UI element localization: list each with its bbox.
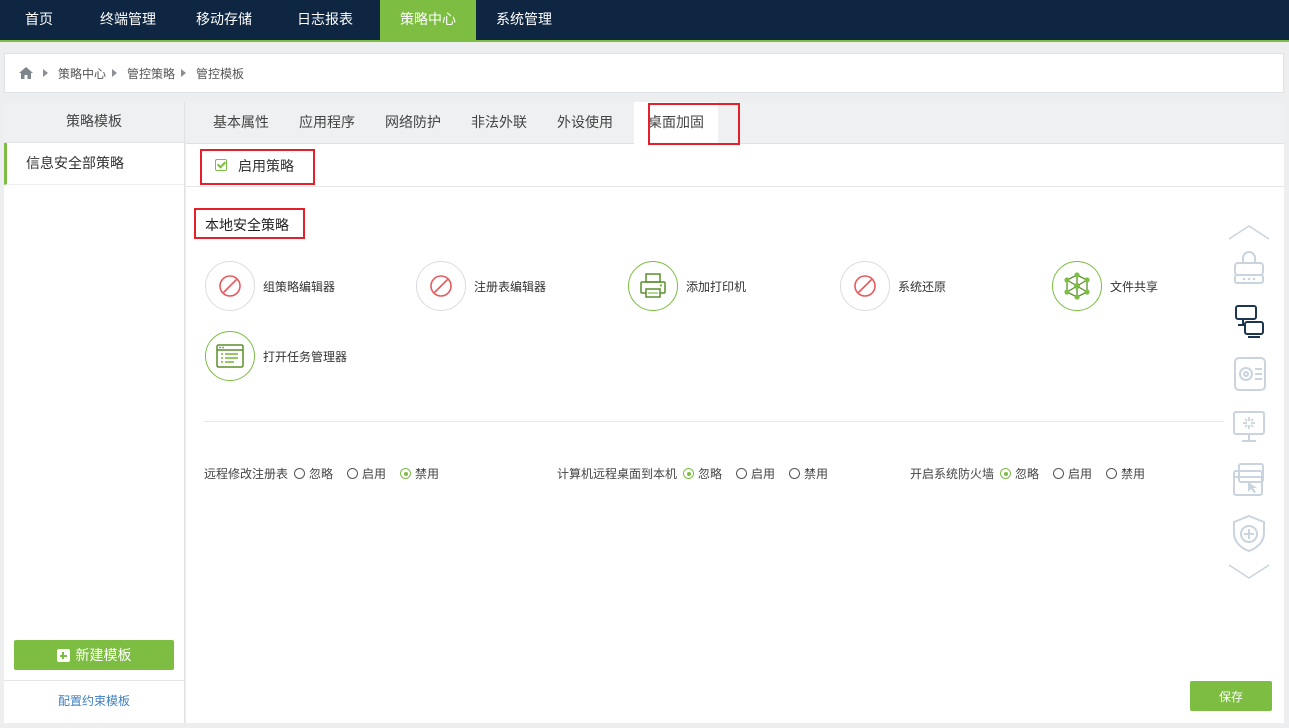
new-template-button[interactable]: 新建模板 <box>14 640 174 670</box>
policy-file-sharing[interactable]: 文件共享 <box>1052 261 1158 311</box>
forbidden-icon[interactable] <box>840 261 890 311</box>
breadcrumb-separator-icon <box>43 69 48 77</box>
chevron-down-icon[interactable] <box>1224 562 1274 582</box>
shield-plus-icon[interactable] <box>1224 513 1274 553</box>
printer-lock-icon[interactable] <box>1224 249 1274 287</box>
policy-label: 系统还原 <box>898 279 947 294</box>
tab-desktop-hardening[interactable]: 桌面加固 <box>634 102 718 145</box>
policy-label: 文件共享 <box>1110 279 1159 294</box>
divider <box>204 421 1224 422</box>
radio-disable[interactable]: 禁用 <box>1106 465 1145 482</box>
enable-policy-checkbox[interactable] <box>215 159 227 171</box>
monitor-sparkle-icon[interactable] <box>1224 408 1274 446</box>
nav-system-management[interactable]: 系统管理 <box>476 0 572 40</box>
new-template-label: 新建模板 <box>75 648 132 664</box>
policy-add-printer[interactable]: 添加打印机 <box>628 261 746 311</box>
settings-list-icon[interactable] <box>1224 356 1274 392</box>
breadcrumb-separator-icon <box>112 69 118 77</box>
radio-group-label: 开启系统防火墙 <box>910 467 995 481</box>
radio-group-label: 计算机远程桌面到本机 <box>557 467 678 481</box>
tab-network-protection[interactable]: 网络防护 <box>370 102 456 144</box>
policy-label: 组策略编辑器 <box>263 279 336 294</box>
radio-group-label: 远程修改注册表 <box>204 467 289 481</box>
tab-basic-properties[interactable]: 基本属性 <box>198 102 284 144</box>
sidebar-title: 策略模板 <box>4 102 184 143</box>
tab-applications[interactable]: 应用程序 <box>284 102 370 144</box>
nav-mobile-storage[interactable]: 移动存储 <box>178 0 270 40</box>
forbidden-icon[interactable] <box>205 261 255 311</box>
save-button[interactable]: 保存 <box>1190 681 1272 711</box>
policy-system-restore[interactable]: 系统还原 <box>840 261 946 311</box>
config-constraint-template-link[interactable]: 配置约束模板 <box>4 692 184 709</box>
nav-policy-center[interactable]: 策略中心 <box>380 0 476 40</box>
remote-registry-options: 远程修改注册表 忽略 启用 禁用 <box>204 465 453 482</box>
template-sidebar: 策略模板 信息安全部策略 新建模板 配置约束模板 <box>4 102 185 723</box>
chevron-up-icon[interactable] <box>1224 222 1274 242</box>
nav-home[interactable]: 首页 <box>0 0 78 40</box>
enable-policy-row: 启用策略 <box>186 144 1284 187</box>
policy-registry-editor[interactable]: 注册表编辑器 <box>416 261 546 311</box>
home-icon[interactable] <box>19 67 33 79</box>
radio-ignore[interactable]: 忽略 <box>1000 465 1039 482</box>
top-nav: 首页 终端管理 移动存储 日志报表 策略中心 系统管理 <box>0 0 1289 42</box>
divider <box>4 680 184 681</box>
policy-label: 打开任务管理器 <box>263 349 348 364</box>
enable-policy-label[interactable]: 启用策略 <box>238 156 294 176</box>
breadcrumb-item[interactable]: 管控策略 <box>127 65 175 82</box>
radio-ignore[interactable]: 忽略 <box>294 465 333 482</box>
firewall-options: 开启系统防火墙 忽略 启用 禁用 <box>910 465 1159 482</box>
window-cursor-icon[interactable] <box>1224 461 1274 499</box>
task-manager-icon[interactable] <box>205 331 255 381</box>
remote-desktop-options: 计算机远程桌面到本机 忽略 启用 禁用 <box>557 465 842 482</box>
remote-desktop-icon[interactable] <box>1224 303 1274 339</box>
tab-illegal-outreach[interactable]: 非法外联 <box>456 102 542 144</box>
nav-log-reports[interactable]: 日志报表 <box>270 0 380 40</box>
sidebar-item-infosec-policy[interactable]: 信息安全部策略 <box>4 143 184 185</box>
radio-disable[interactable]: 禁用 <box>789 465 828 482</box>
radio-ignore[interactable]: 忽略 <box>683 465 722 482</box>
nav-terminal-management[interactable]: 终端管理 <box>78 0 178 40</box>
breadcrumb-current: 管控模板 <box>196 66 245 81</box>
breadcrumb-item[interactable]: 策略中心 <box>58 65 106 82</box>
radio-enable[interactable]: 启用 <box>736 465 775 482</box>
radio-enable[interactable]: 启用 <box>347 465 386 482</box>
forbidden-icon[interactable] <box>416 261 466 311</box>
policy-label: 添加打印机 <box>686 279 747 294</box>
policy-task-manager[interactable]: 打开任务管理器 <box>205 331 347 381</box>
radio-enable[interactable]: 启用 <box>1053 465 1092 482</box>
plus-icon <box>56 648 70 662</box>
breadcrumb: 策略中心 管控策略 管控模板 <box>4 53 1284 93</box>
section-title: 本地安全策略 <box>205 218 289 234</box>
radio-disable[interactable]: 禁用 <box>400 465 439 482</box>
policy-label: 注册表编辑器 <box>474 279 547 294</box>
breadcrumb-separator-icon <box>181 69 187 77</box>
network-share-icon[interactable] <box>1052 261 1102 311</box>
policy-tabs: 基本属性 应用程序 网络防护 非法外联 外设使用 桌面加固 <box>186 102 1284 145</box>
printer-icon[interactable] <box>628 261 678 311</box>
policy-group-policy-editor[interactable]: 组策略编辑器 <box>205 261 335 311</box>
policy-panel: 基本属性 应用程序 网络防护 非法外联 外设使用 桌面加固 启用策略 本地安全策… <box>186 102 1284 723</box>
tab-peripheral-usage[interactable]: 外设使用 <box>542 102 628 144</box>
